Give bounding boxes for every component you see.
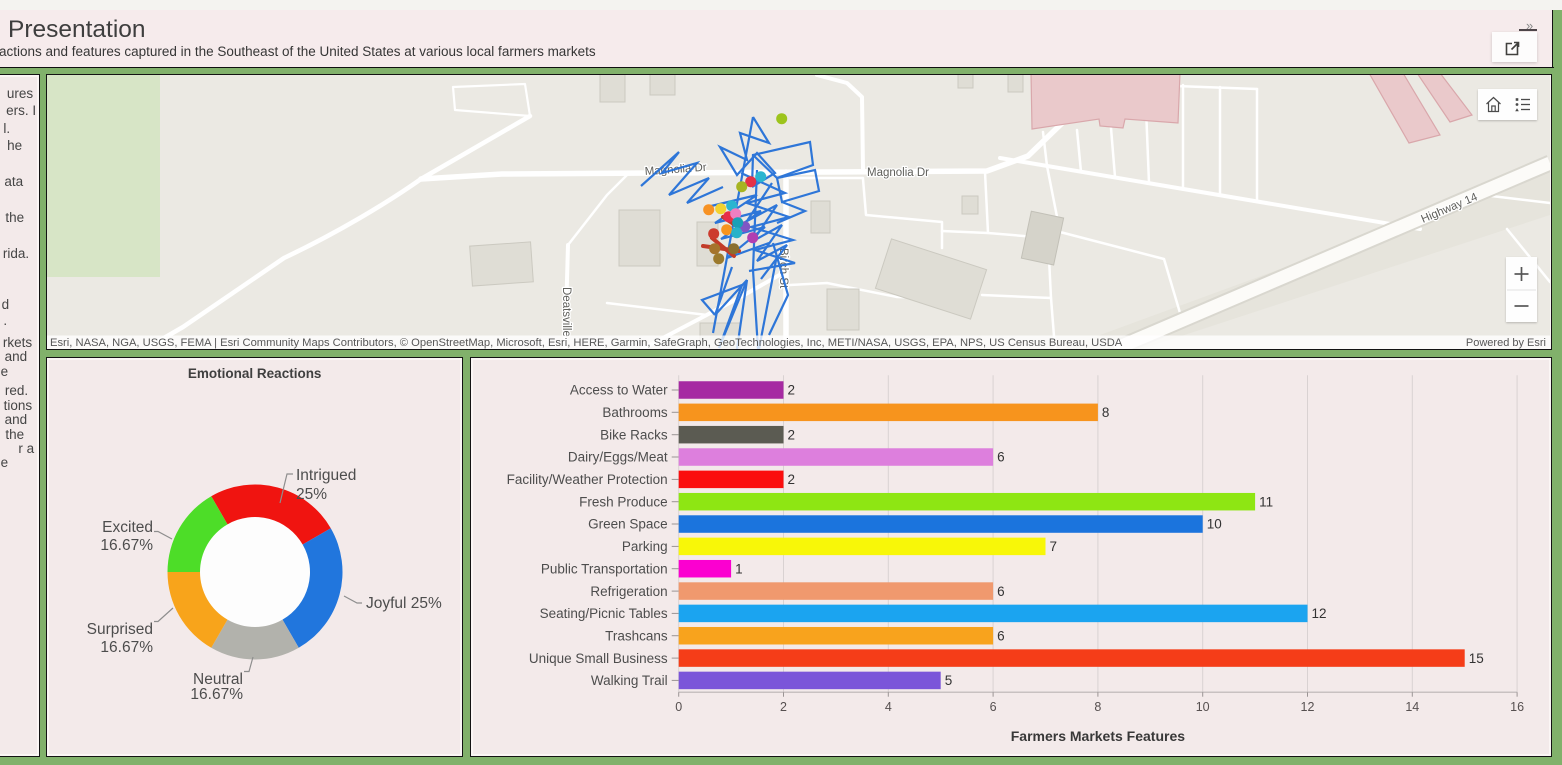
svg-text:Trashcans: Trashcans	[605, 629, 668, 644]
svg-text:5: 5	[945, 673, 953, 688]
svg-text:11: 11	[1259, 495, 1273, 510]
svg-text:6: 6	[990, 700, 997, 714]
svg-text:Seating/Picnic Tables: Seating/Picnic Tables	[540, 606, 668, 621]
svg-text:25%: 25%	[296, 486, 327, 503]
svg-text:12: 12	[1312, 606, 1327, 621]
svg-text:Deatsville: Deatsville	[560, 287, 572, 337]
svg-text:Refrigeration: Refrigeration	[591, 584, 668, 599]
svg-text:Public Transportation: Public Transportation	[541, 562, 668, 577]
svg-text:Excited: Excited	[102, 519, 153, 536]
svg-text:Bike Racks: Bike Racks	[600, 428, 668, 443]
svg-text:2: 2	[788, 472, 796, 487]
svg-text:16.67%: 16.67%	[100, 639, 153, 656]
svg-text:Magnolia Dr: Magnolia Dr	[867, 167, 929, 179]
svg-text:Joyful 25%: Joyful 25%	[366, 595, 442, 612]
svg-text:Intrigued: Intrigued	[296, 467, 356, 484]
svg-text:4: 4	[885, 700, 892, 714]
svg-text:Farmers Markets Features: Farmers Markets Features	[1011, 728, 1186, 744]
svg-text:Access to Water: Access to Water	[570, 383, 668, 398]
svg-text:15: 15	[1469, 651, 1484, 666]
svg-text:8: 8	[1095, 700, 1102, 714]
svg-text:16.67%: 16.67%	[190, 686, 243, 703]
svg-text:8: 8	[1102, 405, 1110, 420]
svg-text:14: 14	[1406, 700, 1420, 714]
svg-text:1: 1	[735, 562, 743, 577]
svg-text:6: 6	[997, 629, 1005, 644]
svg-text:12: 12	[1301, 700, 1315, 714]
svg-text:Powered by Esri: Powered by Esri	[1466, 337, 1546, 349]
svg-text:Walking Trail: Walking Trail	[591, 673, 668, 688]
svg-text:Parking: Parking	[622, 539, 668, 554]
svg-text:Surprised: Surprised	[87, 621, 153, 638]
svg-text:Unique Small Business: Unique Small Business	[529, 651, 668, 666]
svg-text:16: 16	[1510, 700, 1524, 714]
svg-text:Esri, NASA, NGA, USGS, FEMA |: Esri, NASA, NGA, USGS, FEMA | Esri Commu…	[50, 337, 1123, 349]
svg-text:6: 6	[997, 450, 1005, 465]
svg-text:6: 6	[997, 584, 1005, 599]
svg-text:Facility/Weather Protection: Facility/Weather Protection	[507, 472, 668, 487]
svg-text:16.67%: 16.67%	[100, 537, 153, 554]
svg-text:Green Space: Green Space	[588, 517, 668, 532]
svg-text:10: 10	[1196, 700, 1210, 714]
svg-text:7: 7	[1050, 539, 1058, 554]
svg-text:2: 2	[788, 383, 796, 398]
svg-text:10: 10	[1207, 517, 1222, 532]
svg-text:Bathrooms: Bathrooms	[603, 405, 669, 420]
svg-text:2: 2	[780, 700, 787, 714]
svg-text:0: 0	[676, 700, 683, 714]
svg-text:Fresh Produce: Fresh Produce	[579, 495, 668, 510]
svg-text:Dairy/Eggs/Meat: Dairy/Eggs/Meat	[568, 450, 668, 465]
svg-text:2: 2	[788, 428, 796, 443]
